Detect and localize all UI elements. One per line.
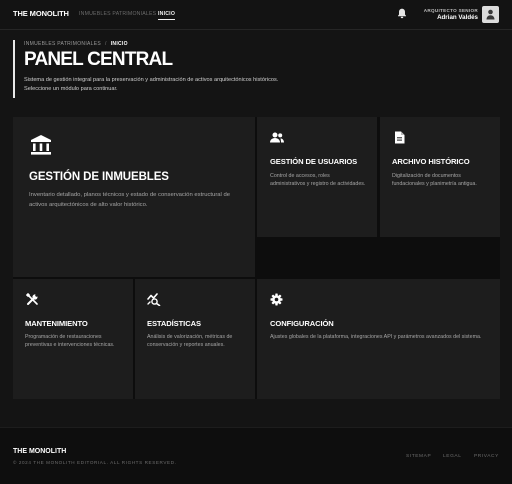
module-description: Ajustes globales de la plataforma, integ… [270, 334, 482, 340]
analytics-icon [147, 293, 161, 306]
footer-copyright: © 2024 THE MONOLITH EDITORIAL. ALL RIGHT… [13, 460, 177, 465]
breadcrumb-item-inicio: INICIO [110, 41, 128, 47]
module-description: Control de accesos, roles administrativo… [270, 173, 366, 188]
breadcrumb: INMUEBLES PATRIMONIALES / INICIO [24, 41, 313, 47]
avatar[interactable] [482, 6, 499, 23]
module-card-configuracion[interactable]: CONFIGURACIÓN Ajustes globales de la pla… [257, 279, 500, 399]
module-title: MANTENIMIENTO [25, 319, 88, 328]
module-description: Análisis de valorización, métricas de co… [147, 334, 233, 349]
module-title: GESTIÓN DE INMUEBLES [29, 171, 169, 183]
top-navbar: THE MONOLITH INMUEBLES PATRIMONIALES INI… [0, 0, 512, 30]
user-role: ARQUITECTO SENIOR [423, 8, 478, 13]
nav-link-inmuebles[interactable]: INMUEBLES PATRIMONIALES [79, 11, 156, 17]
footer-link-privacy[interactable]: PRIVACY [474, 454, 499, 459]
module-card-archivo[interactable]: ARCHIVO HISTÓRICO Digitalización de docu… [380, 117, 500, 237]
footer-link-legal[interactable]: LEGAL [443, 454, 461, 459]
nav-link-inicio[interactable]: INICIO [158, 11, 176, 20]
module-card-inmuebles[interactable]: GESTIÓN DE INMUEBLES Inventario detallad… [13, 117, 255, 277]
page-title: PANEL CENTRAL [24, 49, 173, 70]
footer-brand: THE MONOLITH [13, 448, 67, 455]
module-description: Programación de restauraciones preventiv… [25, 334, 115, 349]
tools-icon [26, 293, 38, 305]
module-title: ESTADÍSTICAS [147, 319, 201, 328]
module-title: GESTIÓN DE USUARIOS [270, 157, 358, 166]
breadcrumb-item-inmuebles[interactable]: INMUEBLES PATRIMONIALES [24, 41, 101, 47]
bell-icon[interactable] [397, 8, 407, 19]
breadcrumb-separator: / [105, 41, 107, 47]
module-card-estadisticas[interactable]: ESTADÍSTICAS Análisis de valorización, m… [135, 279, 255, 399]
module-description: Digitalización de documentos fundacional… [392, 173, 477, 188]
page-header: INMUEBLES PATRIMONIALES / INICIO PANEL CEN… [13, 40, 313, 98]
footer-link-sitemap[interactable]: SITEMAP [406, 454, 431, 459]
module-title: CONFIGURACIÓN [270, 319, 334, 328]
module-description: Inventario detallado, planos técnicos y … [29, 192, 231, 208]
page-description: Sistema de gestión integral para la pres… [24, 77, 279, 92]
gear-icon [270, 293, 283, 306]
bank-icon [31, 135, 51, 155]
people-icon [270, 132, 284, 143]
brand-logo[interactable]: THE MONOLITH [13, 9, 69, 18]
module-card-usuarios[interactable]: GESTIÓN DE USUARIOS Control de accesos, … [257, 117, 377, 237]
footer: THE MONOLITH © 2024 THE MONOLITH EDITORI… [0, 427, 512, 484]
module-card-mantenimiento[interactable]: MANTENIMIENTO Programación de restauraci… [13, 279, 133, 399]
user-name: Adrian Valdés [437, 14, 478, 21]
document-icon [395, 131, 405, 144]
person-icon [486, 9, 495, 20]
module-title: ARCHIVO HISTÓRICO [392, 157, 470, 166]
